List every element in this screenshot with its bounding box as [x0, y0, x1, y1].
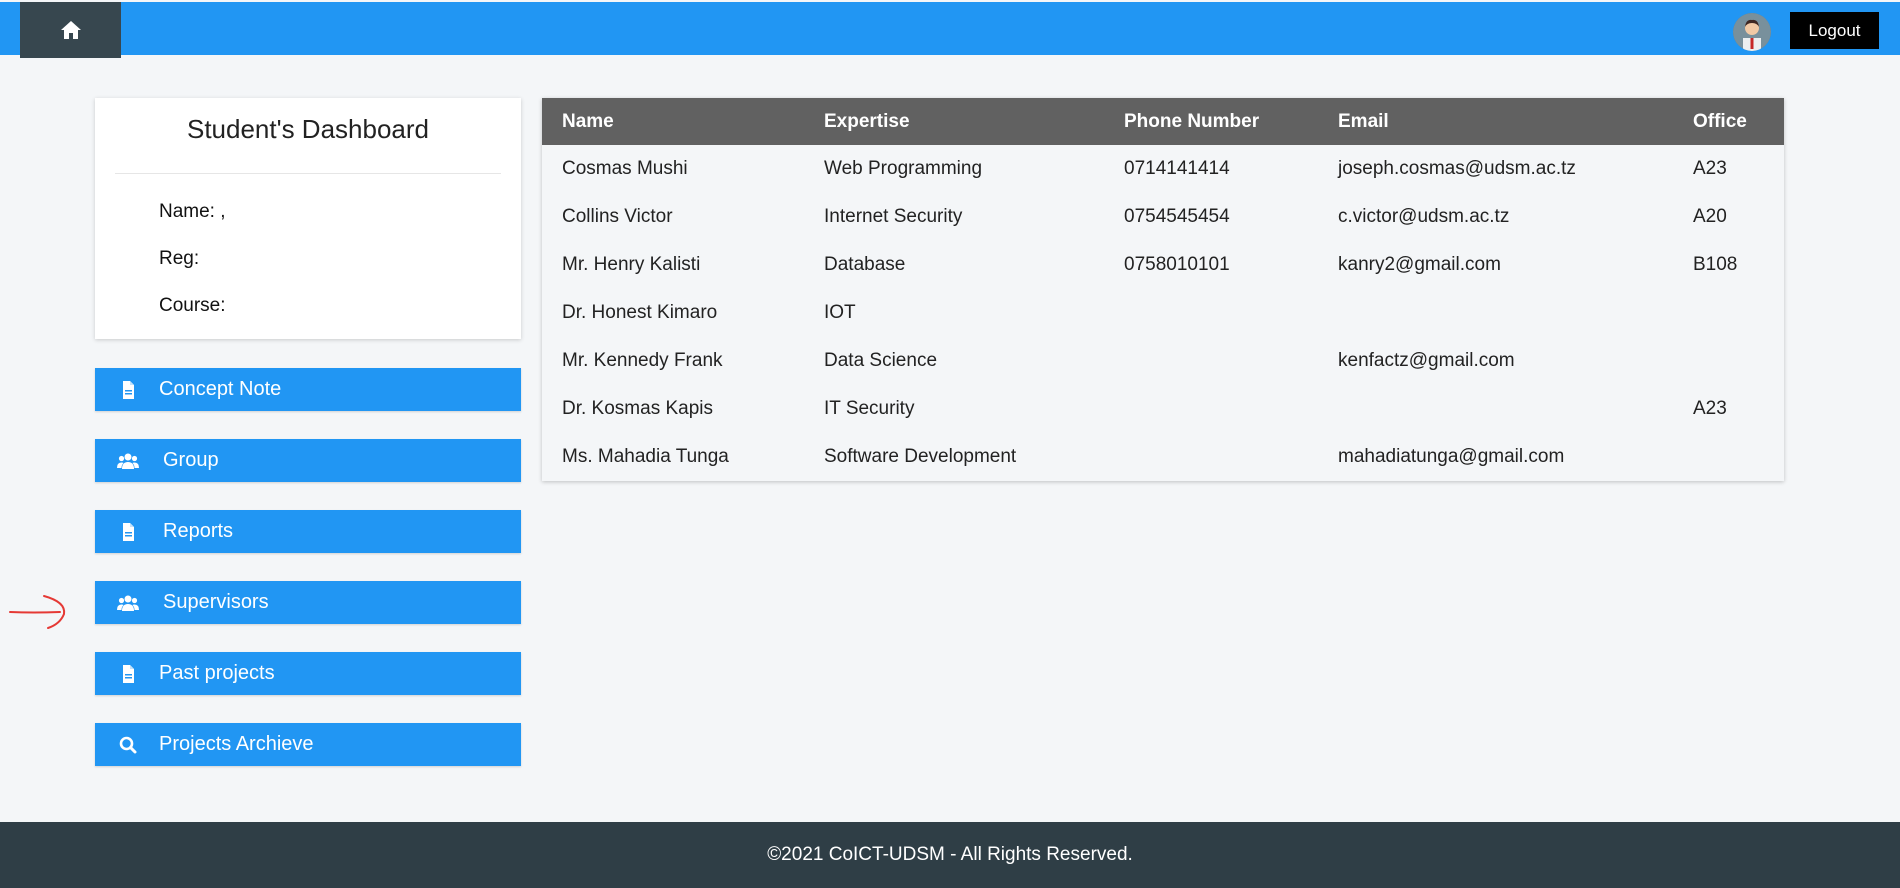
- avatar-icon: [1733, 13, 1771, 51]
- cell-email: [1338, 385, 1693, 433]
- cell-expertise: Database: [824, 254, 906, 275]
- table-row: Cosmas Mushi Web Programming 0714141414 …: [542, 145, 1784, 193]
- cell-name: Collins Victor: [562, 206, 673, 227]
- column-header-email: Email: [1338, 110, 1389, 132]
- cell-email: [1338, 289, 1693, 337]
- menu-group-button[interactable]: Group: [95, 439, 521, 482]
- cell-email: kanry2@gmail.com: [1338, 254, 1501, 275]
- student-course-label: Course:: [159, 295, 226, 316]
- table-row: Ms. Mahadia Tunga Software Development m…: [542, 433, 1784, 481]
- card-title: Student's Dashboard: [186, 114, 429, 144]
- menu-item-label: Reports: [163, 520, 234, 542]
- logout-button[interactable]: Logout: [1790, 12, 1879, 49]
- cell-expertise: IT Security: [824, 398, 915, 419]
- cell-name: Dr. Honest Kimaro: [562, 302, 718, 323]
- student-name-label: Name: ,: [159, 201, 226, 222]
- menu-item-label: Concept Note: [159, 378, 282, 400]
- menu-item-label: Group: [163, 449, 219, 471]
- column-header-office: Office: [1693, 110, 1747, 132]
- cell-office: [1693, 289, 1784, 337]
- column-header-expertise: Expertise: [824, 110, 910, 132]
- cell-office: B108: [1693, 254, 1738, 275]
- top-navbar: [0, 2, 1900, 55]
- annotation-arrow-icon: [9, 595, 66, 629]
- users-icon: [117, 453, 139, 469]
- cell-phone: 0754545454: [1124, 206, 1230, 227]
- search-icon: [119, 736, 137, 754]
- file-icon: [123, 665, 134, 683]
- divider: [115, 173, 501, 174]
- cell-email: joseph.cosmas@udsm.ac.tz: [1338, 158, 1576, 179]
- cell-expertise: Software Development: [824, 446, 1017, 467]
- column-header-phone: Phone Number: [1124, 110, 1260, 132]
- cell-name: Dr. Kosmas Kapis: [562, 398, 713, 419]
- cell-phone: 0758010101: [1124, 254, 1230, 275]
- menu-item-label: Past projects: [159, 662, 275, 684]
- copyright-text: ©2021 CoICT-UDSM - All Rights Reserved.: [767, 844, 1133, 865]
- menu-concept-note-button[interactable]: Concept Note: [95, 368, 521, 411]
- user-avatar[interactable]: [1733, 13, 1771, 51]
- cell-name: Cosmas Mushi: [562, 158, 688, 179]
- file-icon: [123, 523, 134, 541]
- cell-expertise: Web Programming: [824, 158, 983, 179]
- menu-item-label: Supervisors: [163, 591, 269, 613]
- cell-name: Mr. Henry Kalisti: [562, 254, 701, 275]
- student-dashboard-card: Student's Dashboard Name: , Reg: Course:: [95, 98, 521, 339]
- supervisors-table: Name Expertise Phone Number Email Office…: [542, 98, 1784, 481]
- cell-email: mahadiatunga@gmail.com: [1338, 446, 1565, 467]
- cell-phone: [1124, 337, 1338, 385]
- cell-phone: [1124, 433, 1338, 481]
- table-row: Dr. Honest Kimaro IOT: [542, 289, 1784, 337]
- cell-office: [1693, 337, 1784, 385]
- cell-email: c.victor@udsm.ac.tz: [1338, 206, 1510, 227]
- menu-reports-button[interactable]: Reports: [95, 510, 521, 553]
- table-row: Mr. Kennedy Frank Data Science kenfactz@…: [542, 337, 1784, 385]
- table-row: Collins Victor Internet Security 0754545…: [542, 193, 1784, 241]
- column-header-name: Name: [562, 110, 614, 132]
- table-row: Mr. Henry Kalisti Database 0758010101 ka…: [542, 241, 1784, 289]
- home-icon: [60, 21, 81, 39]
- student-reg-label: Reg:: [159, 248, 200, 269]
- cell-expertise: Data Science: [824, 350, 938, 371]
- menu-projects-archieve-button[interactable]: Projects Archieve: [95, 723, 521, 766]
- cell-office: A23: [1693, 398, 1727, 419]
- menu-past-projects-button[interactable]: Past projects: [95, 652, 521, 695]
- menu-supervisors-button[interactable]: Supervisors: [95, 581, 521, 624]
- cell-email: kenfactz@gmail.com: [1338, 350, 1515, 371]
- menu-item-label: Projects Archieve: [159, 733, 314, 755]
- page-footer: ©2021 CoICT-UDSM - All Rights Reserved.: [0, 822, 1900, 888]
- cell-phone: [1124, 385, 1338, 433]
- cell-expertise: IOT: [824, 302, 856, 323]
- home-button[interactable]: [20, 2, 121, 58]
- cell-office: [1693, 433, 1784, 481]
- cell-name: Mr. Kennedy Frank: [562, 350, 723, 371]
- cell-phone: 0714141414: [1124, 158, 1230, 179]
- file-icon: [123, 381, 134, 399]
- table-row: Dr. Kosmas Kapis IT Security A23: [542, 385, 1784, 433]
- cell-expertise: Internet Security: [824, 206, 963, 227]
- cell-phone: [1124, 289, 1338, 337]
- cell-office: A23: [1693, 158, 1727, 179]
- users-icon: [117, 595, 139, 611]
- table-header-row: Name Expertise Phone Number Email Office: [542, 98, 1784, 145]
- cell-office: A20: [1693, 206, 1727, 227]
- cell-name: Ms. Mahadia Tunga: [562, 446, 729, 467]
